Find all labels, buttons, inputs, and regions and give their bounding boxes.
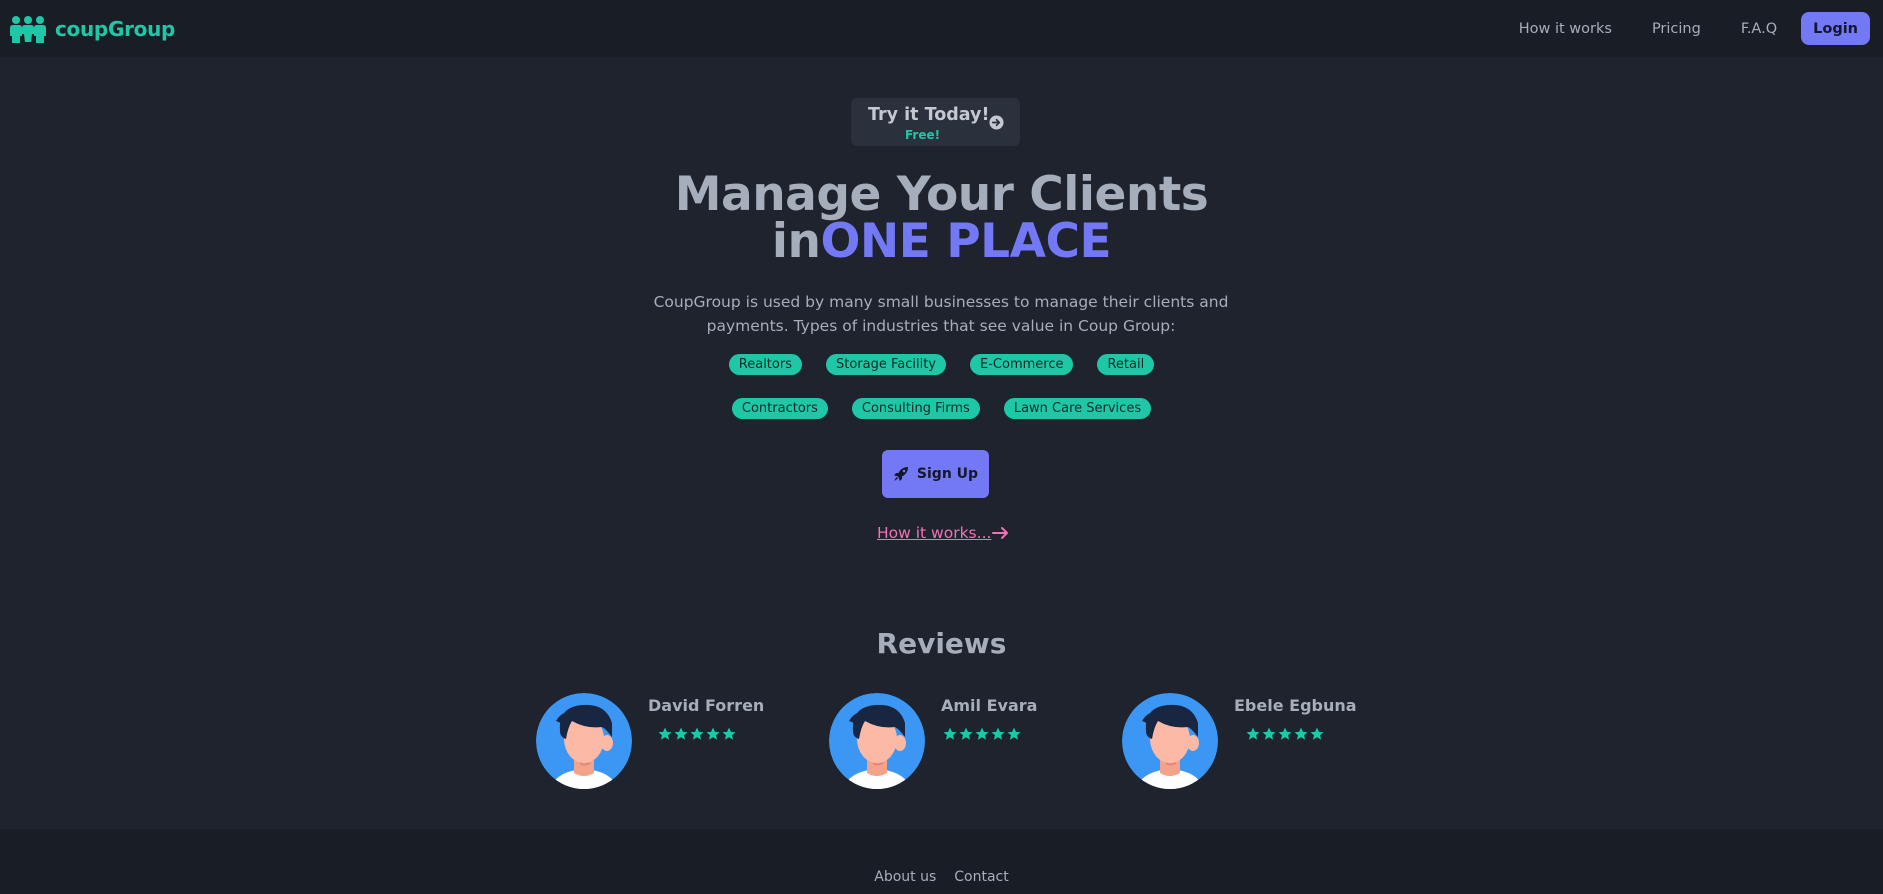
tag-lawn-care-services: Lawn Care Services xyxy=(1003,398,1152,419)
reviewer-name: Amil Evara xyxy=(941,696,1038,715)
nav-pricing[interactable]: Pricing xyxy=(1632,13,1721,45)
footer-contact-link[interactable]: Contact xyxy=(954,869,1008,894)
star-icon xyxy=(1278,727,1292,740)
industry-tags-row-1: Realtors Storage Facility E-Commerce Ret… xyxy=(0,354,1883,375)
reviewer-name: David Forren xyxy=(648,696,765,715)
star-icon xyxy=(674,727,688,740)
hero-description: CoupGroup is used by many small business… xyxy=(653,293,1229,335)
nav-faq[interactable]: F.A.Q xyxy=(1721,13,1797,45)
headline-in: in xyxy=(771,214,821,269)
star-icon xyxy=(1294,727,1308,740)
headline-accent: ONE PLACE xyxy=(820,214,1112,269)
login-button[interactable]: Login xyxy=(1801,12,1870,45)
avatar xyxy=(536,693,632,789)
reviewer-name: Ebele Egbuna xyxy=(1234,696,1357,715)
industry-tags-row-2: Contractors Consulting Firms Lawn Care S… xyxy=(0,398,1883,419)
star-icon xyxy=(706,727,720,740)
arrow-right-icon xyxy=(992,527,1009,539)
review-card: Amil Evara xyxy=(829,693,1069,791)
star-icon xyxy=(1262,727,1276,740)
try-button-label: Try it Today! xyxy=(868,105,990,125)
hero-headline: Manage Your Clients inONE PLACE xyxy=(0,171,1883,265)
arrow-circle-right-icon xyxy=(989,115,1004,130)
avatar xyxy=(829,693,925,789)
review-card: Ebele Egbuna xyxy=(1122,693,1362,791)
star-icon xyxy=(1246,727,1260,740)
avatar xyxy=(1122,693,1218,789)
navbar: coupGroup How it works Pricing F.A.Q Log… xyxy=(0,0,1883,57)
tag-contractors: Contractors xyxy=(731,398,828,419)
rating-stars xyxy=(658,727,736,741)
star-icon xyxy=(1310,727,1324,740)
star-icon xyxy=(722,727,736,740)
footer-about-us-link[interactable]: About us xyxy=(874,869,936,894)
tag-e-commerce: E-Commerce xyxy=(970,354,1074,375)
tag-consulting-firms: Consulting Firms xyxy=(851,398,980,419)
star-icon xyxy=(975,727,989,740)
star-icon xyxy=(658,727,672,740)
sign-up-button[interactable]: Sign Up xyxy=(882,450,989,498)
review-card: David Forren xyxy=(536,693,776,791)
rating-stars xyxy=(943,727,1021,741)
tag-retail: Retail xyxy=(1097,354,1155,375)
rating-stars xyxy=(1246,727,1324,741)
try-it-today-button[interactable]: Try it Today! Free! xyxy=(851,98,1020,146)
brand-home-link[interactable]: coupGroup xyxy=(9,14,175,44)
footer: About us Contact xyxy=(0,829,1883,894)
star-icon xyxy=(690,727,704,740)
sign-up-label: Sign Up xyxy=(916,466,979,482)
people-group-icon xyxy=(10,15,46,43)
brand-name: coupGroup xyxy=(55,16,176,41)
how-it-works-label: How it works... xyxy=(877,524,992,542)
rocket-icon xyxy=(893,467,908,481)
how-it-works-link[interactable]: How it works... xyxy=(877,524,1010,542)
nav-how-it-works[interactable]: How it works xyxy=(1499,13,1632,45)
tag-storage-facility: Storage Facility xyxy=(825,354,947,375)
tag-realtors: Realtors xyxy=(728,354,802,375)
nav-links: How it works Pricing F.A.Q Login xyxy=(1499,12,1870,45)
reviews-title: Reviews xyxy=(876,627,1007,660)
star-icon xyxy=(959,727,973,740)
star-icon xyxy=(1007,727,1021,740)
star-icon xyxy=(943,727,957,740)
star-icon xyxy=(991,727,1005,740)
try-button-sublabel: Free! xyxy=(905,128,941,142)
